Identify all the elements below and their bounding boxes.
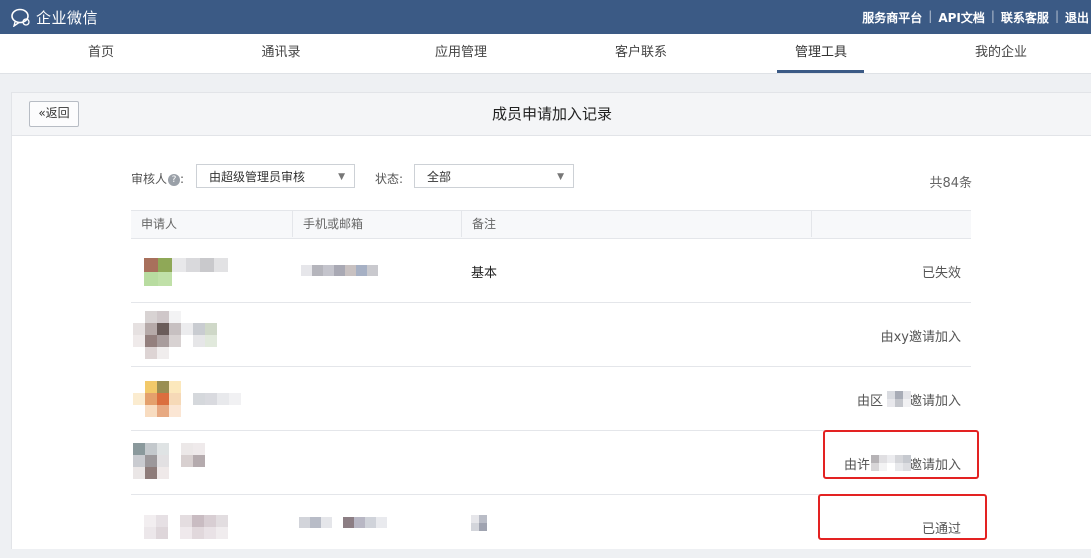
nav-home[interactable]: 首页 bbox=[41, 34, 161, 73]
app-logo[interactable]: 企业微信 bbox=[10, 7, 98, 27]
reviewer-select[interactable]: 由超级管理员审核 ▼ bbox=[196, 164, 355, 188]
page-title: 成员申请加入记录 bbox=[491, 105, 612, 123]
divider: | bbox=[990, 9, 995, 23]
total-count: 共84条 bbox=[929, 176, 972, 191]
avatar bbox=[133, 311, 217, 359]
status-select-value: 全部 bbox=[427, 170, 452, 184]
note-redacted bbox=[471, 515, 487, 531]
help-icon[interactable]: ? bbox=[168, 173, 181, 186]
top-bar: 企业微信 服务商平台 | API文档 | 联系客服 | 退出 bbox=[0, 0, 1091, 34]
table-row: 由xy邀请加入 bbox=[131, 303, 971, 367]
highlight-box bbox=[823, 430, 979, 479]
avatar bbox=[133, 381, 241, 417]
chevron-down-icon: ▼ bbox=[338, 172, 345, 182]
link-api-docs[interactable]: API文档 bbox=[938, 9, 985, 26]
contact-redacted bbox=[299, 517, 387, 528]
avatar bbox=[144, 515, 240, 539]
reviewer-filter-label: 审核人?: bbox=[131, 172, 185, 186]
content-panel: 成员申请加入记录 «返回 审核人?: 由超级管理员审核 ▼ 状态: 全部 ▼ 共… bbox=[11, 92, 1091, 549]
contact-redacted bbox=[301, 265, 378, 276]
table-row: 由区 邀请加入 bbox=[131, 367, 971, 431]
reviewer-select-value: 由超级管理员审核 bbox=[209, 170, 306, 184]
link-logout[interactable]: 退出 bbox=[1065, 9, 1089, 26]
chevron-down-icon: ▼ bbox=[557, 172, 564, 182]
reviewer-label-text: 审核人 bbox=[131, 172, 168, 186]
nav-contacts[interactable]: 通讯录 bbox=[221, 34, 341, 73]
highlight-box bbox=[818, 494, 987, 540]
status-filter-label: 状态: bbox=[375, 172, 404, 186]
divider: | bbox=[928, 9, 933, 23]
double-chevron-left-icon: « bbox=[38, 106, 46, 120]
table-header: 申请人 手机或邮箱 备注 bbox=[131, 210, 971, 239]
nav-my-company[interactable]: 我的企业 bbox=[941, 34, 1061, 73]
back-label: 返回 bbox=[45, 106, 70, 120]
column-note: 备注 bbox=[462, 211, 812, 237]
row-status: 由xy邀请加入 bbox=[880, 330, 961, 345]
link-contact-support[interactable]: 联系客服 bbox=[1001, 9, 1049, 26]
nav-app-management[interactable]: 应用管理 bbox=[401, 34, 521, 73]
row-note: 基本 bbox=[471, 266, 498, 281]
link-service-platform[interactable]: 服务商平台 bbox=[862, 9, 922, 26]
row-status: 已失效 bbox=[921, 266, 961, 281]
main-nav: 首页 通讯录 应用管理 客户联系 管理工具 我的企业 bbox=[0, 34, 1091, 74]
column-applicant: 申请人 bbox=[131, 211, 293, 237]
wecom-logo-icon bbox=[11, 8, 30, 27]
divider: | bbox=[1054, 9, 1059, 23]
status-select[interactable]: 全部 ▼ bbox=[414, 164, 574, 188]
table-row: 基本 已失效 bbox=[131, 239, 971, 303]
app-name: 企业微信 bbox=[36, 8, 99, 27]
avatar bbox=[144, 258, 228, 286]
nav-management-tools[interactable]: 管理工具 bbox=[761, 34, 881, 73]
name-redacted bbox=[887, 391, 911, 407]
column-phone-email: 手机或邮箱 bbox=[293, 211, 462, 237]
top-links: 服务商平台 | API文档 | 联系客服 | 退出 bbox=[862, 9, 1089, 26]
back-button[interactable]: «返回 bbox=[29, 101, 79, 127]
nav-customer-contact[interactable]: 客户联系 bbox=[581, 34, 701, 73]
panel-header: 成员申请加入记录 «返回 bbox=[12, 93, 1091, 136]
active-tab-indicator bbox=[777, 70, 864, 73]
avatar bbox=[133, 443, 217, 479]
